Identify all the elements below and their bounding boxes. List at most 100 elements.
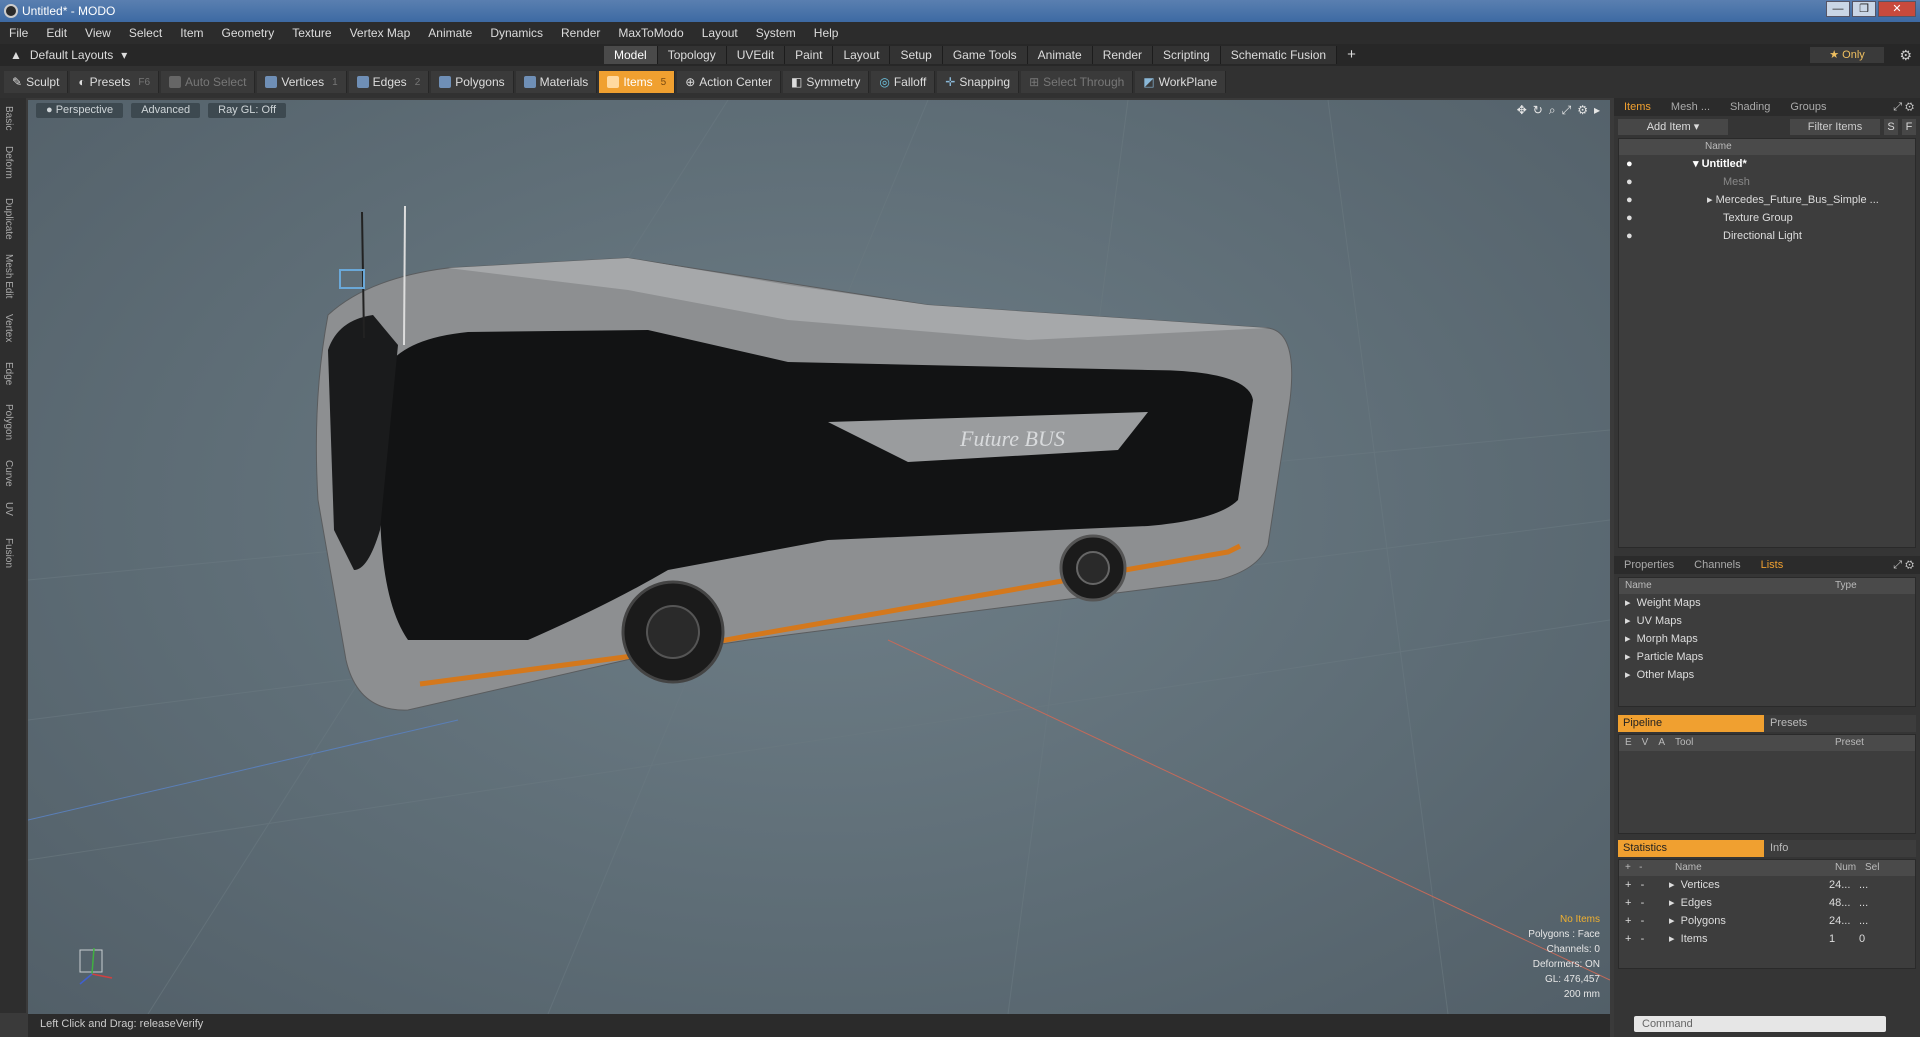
- zoom-icon[interactable]: ⌕: [1549, 103, 1556, 118]
- tab-statistics[interactable]: Statistics: [1618, 840, 1764, 857]
- raygl-button[interactable]: Ray GL: Off: [208, 102, 286, 118]
- menu-item[interactable]: Item: [171, 26, 212, 40]
- list-uv-maps[interactable]: ▸ UV Maps: [1619, 612, 1915, 630]
- left-tab-uv[interactable]: UV: [3, 502, 14, 516]
- tab-shading[interactable]: Shading: [1720, 98, 1780, 116]
- menu-texture[interactable]: Texture: [283, 26, 340, 40]
- bus-model[interactable]: Future BUS: [28, 100, 1610, 1014]
- viewport-menu-icon[interactable]: ▸: [1594, 103, 1600, 118]
- properties-gear-icon[interactable]: ⤢ ⚙: [1887, 556, 1920, 574]
- list-weight-maps[interactable]: ▸ Weight Maps: [1619, 594, 1915, 612]
- symmetry-button[interactable]: ◧ Symmetry: [782, 71, 870, 93]
- menu-help[interactable]: Help: [805, 26, 848, 40]
- menu-geometry[interactable]: Geometry: [213, 26, 284, 40]
- left-tab-edge[interactable]: Edge: [3, 362, 14, 385]
- edges-button[interactable]: Edges 2: [348, 71, 430, 93]
- vertices-button[interactable]: Vertices 1: [257, 71, 347, 93]
- tab-layout[interactable]: Layout: [833, 46, 891, 64]
- left-tab-polygon[interactable]: Polygon: [3, 404, 14, 440]
- stats-row-edges[interactable]: + - ▸ Edges 48......: [1619, 894, 1915, 912]
- left-tab-duplicate[interactable]: Duplicate: [3, 198, 14, 240]
- eye-icon[interactable]: ●: [1626, 155, 1633, 173]
- tab-game-tools[interactable]: Game Tools: [942, 46, 1028, 64]
- tree-item-light[interactable]: ● Directional Light: [1619, 227, 1915, 245]
- tab-topology[interactable]: Topology: [657, 46, 727, 64]
- gear-icon[interactable]: ⚙: [1899, 47, 1912, 64]
- auto-select-button[interactable]: Auto Select: [161, 71, 256, 93]
- tab-scripting[interactable]: Scripting: [1153, 46, 1221, 64]
- stats-row-polygons[interactable]: + - ▸ Polygons 24......: [1619, 912, 1915, 930]
- workplane-button[interactable]: ◩ WorkPlane: [1135, 71, 1227, 93]
- eye-icon[interactable]: ●: [1626, 227, 1633, 245]
- layout-collapse-icon[interactable]: ▲: [10, 48, 22, 62]
- left-tab-curve[interactable]: Curve: [3, 460, 14, 487]
- filter-s-button[interactable]: S: [1884, 119, 1898, 135]
- tab-setup[interactable]: Setup: [890, 46, 943, 64]
- stats-row-vertices[interactable]: + - ▸ Vertices 24......: [1619, 876, 1915, 894]
- minimize-button[interactable]: —: [1826, 1, 1850, 17]
- close-button[interactable]: ✕: [1878, 1, 1916, 17]
- tab-paint[interactable]: Paint: [785, 46, 834, 64]
- tab-presets[interactable]: Presets: [1764, 715, 1916, 732]
- menu-system[interactable]: System: [747, 26, 805, 40]
- only-toggle[interactable]: ★ Only: [1810, 47, 1884, 63]
- eye-icon[interactable]: ●: [1626, 191, 1633, 209]
- filter-items-input[interactable]: Filter Items: [1790, 119, 1880, 135]
- menu-dynamics[interactable]: Dynamics: [481, 26, 552, 40]
- menu-view[interactable]: View: [76, 26, 120, 40]
- viewport-gear-icon[interactable]: ⚙: [1577, 103, 1588, 118]
- tab-pipeline[interactable]: Pipeline: [1618, 715, 1764, 732]
- polygons-button[interactable]: Polygons: [431, 71, 514, 93]
- fit-icon[interactable]: ⤢: [1562, 103, 1572, 118]
- tab-items[interactable]: Items: [1614, 98, 1661, 116]
- list-other-maps[interactable]: ▸ Other Maps: [1619, 666, 1915, 684]
- tree-item-mesh[interactable]: ● Mesh: [1619, 173, 1915, 191]
- left-tab-fusion[interactable]: Fusion: [3, 538, 14, 568]
- tree-item-texture-group[interactable]: ● Texture Group: [1619, 209, 1915, 227]
- left-tab-basic[interactable]: Basic: [3, 106, 14, 130]
- tree-item-scene[interactable]: ● ▾ Untitled*: [1619, 155, 1915, 173]
- add-item-button[interactable]: Add Item ▾: [1618, 119, 1728, 135]
- command-input[interactable]: Command: [1634, 1016, 1886, 1032]
- tree-item-bus-mesh[interactable]: ● ▸ Mercedes_Future_Bus_Simple ...: [1619, 191, 1915, 209]
- action-center-button[interactable]: ⊕ Action Center: [677, 71, 781, 93]
- tab-groups[interactable]: Groups: [1780, 98, 1836, 116]
- sculpt-button[interactable]: ✎ Sculpt: [4, 71, 69, 93]
- tab-lists[interactable]: Lists: [1751, 556, 1794, 574]
- items-button[interactable]: Items 5: [599, 71, 676, 93]
- rotate-icon[interactable]: ↻: [1533, 103, 1543, 118]
- tab-render[interactable]: Render: [1092, 46, 1154, 64]
- presets-button[interactable]: ◐ Presets F6: [70, 71, 160, 93]
- menu-vertex-map[interactable]: Vertex Map: [341, 26, 420, 40]
- menu-edit[interactable]: Edit: [37, 26, 76, 40]
- falloff-button[interactable]: ◎ Falloff: [871, 71, 936, 93]
- left-tab-mesh-edit[interactable]: Mesh Edit: [3, 254, 14, 298]
- list-particle-maps[interactable]: ▸ Particle Maps: [1619, 648, 1915, 666]
- add-tab-button[interactable]: +: [1337, 46, 1366, 64]
- tab-schematic-fusion[interactable]: Schematic Fusion: [1220, 46, 1338, 64]
- tab-info[interactable]: Info: [1764, 840, 1916, 857]
- tab-uvedit[interactable]: UVEdit: [726, 46, 786, 64]
- tab-properties[interactable]: Properties: [1614, 556, 1684, 574]
- view-mode-button[interactable]: ● Perspective: [36, 102, 124, 118]
- pan-icon[interactable]: ✥: [1517, 103, 1527, 118]
- tab-mesh[interactable]: Mesh ...: [1661, 98, 1720, 116]
- menu-render[interactable]: Render: [552, 26, 609, 40]
- menu-file[interactable]: File: [0, 26, 37, 40]
- list-morph-maps[interactable]: ▸ Morph Maps: [1619, 630, 1915, 648]
- panel-gear-icon[interactable]: ⤢ ⚙: [1887, 98, 1920, 116]
- tab-model[interactable]: Model: [604, 46, 658, 64]
- select-through-button[interactable]: ⊞ Select Through: [1021, 71, 1134, 93]
- layout-selector[interactable]: ▲ Default Layouts ▾: [10, 48, 127, 62]
- 3d-viewport[interactable]: Future BUS ● Perspective Advanced Ray GL…: [28, 100, 1610, 1014]
- menu-select[interactable]: Select: [120, 26, 171, 40]
- tab-channels[interactable]: Channels: [1684, 556, 1750, 574]
- menu-animate[interactable]: Animate: [419, 26, 481, 40]
- left-tab-deform[interactable]: Deform: [3, 146, 14, 179]
- eye-icon[interactable]: ●: [1626, 209, 1633, 227]
- maximize-button[interactable]: ❐: [1852, 1, 1876, 17]
- materials-button[interactable]: Materials: [515, 71, 598, 93]
- stats-row-items[interactable]: + - ▸ Items 1 0: [1619, 930, 1915, 948]
- filter-f-button[interactable]: F: [1902, 119, 1916, 135]
- menu-layout[interactable]: Layout: [693, 26, 747, 40]
